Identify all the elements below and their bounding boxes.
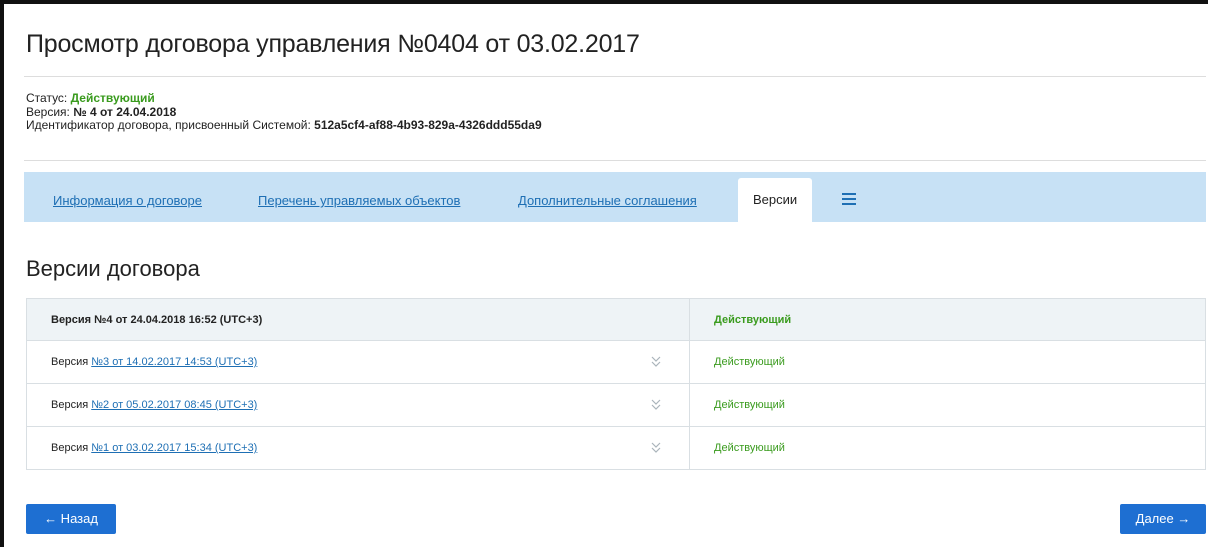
status-value: Действующий — [70, 91, 155, 105]
tab-managed-objects[interactable]: Перечень управляемых объектов — [258, 193, 460, 208]
tab-contract-info[interactable]: Информация о договоре — [53, 193, 202, 208]
section-title: Версии договора — [26, 256, 200, 281]
divider — [24, 76, 1206, 77]
status-label: Статус: — [26, 91, 71, 105]
version-cell: Версия №2 от 05.02.2017 08:45 (UTC+3) — [26, 383, 690, 427]
version-value: № 4 от 24.04.2018 — [73, 104, 177, 119]
current-version-status: Действующий — [689, 298, 1206, 341]
chevron-double-down-icon[interactable] — [651, 356, 661, 368]
version-cell: Версия №3 от 14.02.2017 14:53 (UTC+3) — [26, 340, 690, 384]
tab-bar: Информация о договоре Перечень управляем… — [24, 172, 1206, 222]
page-title: Просмотр договора управления №0404 от 03… — [26, 30, 640, 58]
version-status: Действующий — [689, 426, 1206, 470]
version-prefix: Версия — [51, 442, 92, 454]
back-button[interactable]: ← Назад — [26, 504, 116, 534]
version-link[interactable]: №3 от 14.02.2017 14:53 (UTC+3) — [91, 356, 257, 368]
version-link[interactable]: №2 от 05.02.2017 08:45 (UTC+3) — [91, 399, 257, 411]
chevron-double-down-icon[interactable] — [651, 442, 661, 454]
table-row: Версия №2 от 05.02.2017 08:45 (UTC+3) Де… — [26, 383, 1206, 427]
version-link[interactable]: №1 от 03.02.2017 15:34 (UTC+3) — [91, 442, 257, 454]
tab-additional-agreements[interactable]: Дополнительные соглашения — [518, 193, 697, 208]
menu-icon[interactable] — [842, 193, 856, 205]
divider — [24, 160, 1206, 161]
chevron-double-down-icon[interactable] — [651, 399, 661, 411]
version-label: Версия: — [26, 104, 74, 119]
next-button[interactable]: Далее → — [1120, 504, 1206, 534]
current-version-label: Версия №4 от 24.04.2018 16:52 (UTC+3) — [26, 298, 690, 341]
table-row: Версия №1 от 03.02.2017 15:34 (UTC+3) Де… — [26, 426, 1206, 470]
contract-meta: Статус: Действующий Версия: № 4 от 24.04… — [26, 91, 542, 133]
version-prefix: Версия — [51, 399, 92, 411]
version-cell: Версия №1 от 03.02.2017 15:34 (UTC+3) — [26, 426, 690, 470]
id-label: Идентификатор договора, присвоенный Сист… — [26, 118, 315, 132]
id-value: 512a5cf4-af88-4b93-829a-4326ddd55da9 — [314, 118, 542, 132]
version-prefix: Версия — [51, 356, 92, 368]
table-row: Версия №3 от 14.02.2017 14:53 (UTC+3) Де… — [26, 340, 1206, 384]
status-line: Статус: Действующий — [26, 91, 542, 106]
versions-table: Версия №4 от 24.04.2018 16:52 (UTC+3) Де… — [26, 298, 1206, 470]
table-row-current: Версия №4 от 24.04.2018 16:52 (UTC+3) Де… — [26, 298, 1206, 341]
id-line: Идентификатор договора, присвоенный Сист… — [26, 118, 542, 133]
version-status: Действующий — [689, 340, 1206, 384]
version-line: Версия: № 4 от 24.04.2018 — [26, 104, 542, 120]
version-status: Действующий — [689, 383, 1206, 427]
tab-versions[interactable]: Версии — [738, 178, 813, 222]
